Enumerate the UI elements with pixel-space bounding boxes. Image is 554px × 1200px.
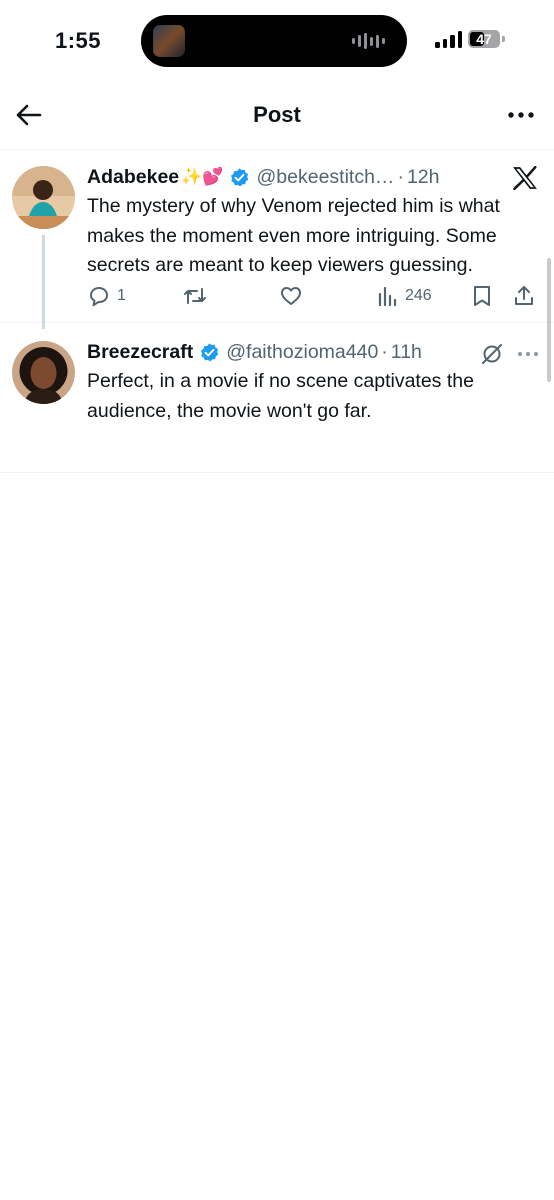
reply-count: 1 bbox=[117, 287, 126, 304]
page-title: Post bbox=[253, 102, 301, 127]
post-text: Perfect, in a movie if no scene captivat… bbox=[87, 370, 474, 422]
reply-icon bbox=[90, 287, 108, 307]
dynamic-island[interactable] bbox=[141, 15, 407, 67]
separator-dot: · bbox=[397, 165, 404, 188]
view-count: 246 bbox=[405, 287, 432, 304]
share-icon bbox=[515, 286, 533, 305]
avatar[interactable] bbox=[12, 166, 75, 229]
battery-level: 47 bbox=[476, 31, 492, 47]
separator-dot: · bbox=[381, 340, 388, 363]
avatar[interactable] bbox=[12, 341, 75, 404]
battery-icon: 47 bbox=[468, 30, 500, 48]
x-logo-icon bbox=[510, 163, 540, 193]
verified-badge-icon bbox=[199, 342, 220, 363]
clock: 1:55 bbox=[55, 28, 102, 53]
status-bar: 1:55 47 bbox=[0, 0, 554, 84]
now-playing-artwork bbox=[153, 25, 185, 57]
thread-connector bbox=[42, 235, 45, 329]
bookmark-icon bbox=[474, 286, 490, 306]
audio-waveform-icon bbox=[352, 33, 385, 49]
bookmark-button[interactable] bbox=[471, 283, 493, 309]
grok-icon[interactable] bbox=[480, 342, 504, 366]
author-name[interactable]: Breezecraft bbox=[87, 341, 193, 364]
repost-icon bbox=[184, 288, 206, 304]
scrollbar[interactable] bbox=[547, 258, 551, 382]
reply-button[interactable]: 1 bbox=[87, 283, 126, 309]
name-emoji: ✨💕 bbox=[181, 167, 224, 186]
post-header: Post bbox=[0, 84, 554, 150]
like-button[interactable] bbox=[279, 283, 303, 309]
author-handle[interactable]: @bekeestitch… bbox=[256, 166, 394, 189]
repost-button[interactable] bbox=[183, 283, 207, 309]
cellular-signal-icon bbox=[435, 30, 462, 48]
reply-thread: Adabekee ✨💕 @bekeestitch… · 12h The myst… bbox=[0, 151, 554, 473]
post-age[interactable]: 11h bbox=[391, 341, 422, 364]
author-name[interactable]: Adabekee bbox=[87, 166, 179, 189]
post-more-options-icon[interactable] bbox=[516, 342, 540, 366]
post-text: The mystery of why Venom rejected him is… bbox=[87, 195, 500, 276]
views-button[interactable]: 246 bbox=[377, 283, 432, 309]
share-button[interactable] bbox=[512, 283, 536, 309]
author-handle[interactable]: @faithozioma440 bbox=[226, 341, 378, 364]
analytics-icon bbox=[378, 286, 397, 307]
reply-post[interactable]: Adabekee ✨💕 @bekeestitch… · 12h The myst… bbox=[0, 151, 554, 329]
post-age[interactable]: 12h bbox=[407, 166, 440, 189]
reply-post[interactable]: Breezecraft @faithozioma440 · 11h Perfec… bbox=[0, 323, 554, 473]
heart-icon bbox=[281, 287, 301, 305]
verified-badge-icon bbox=[229, 167, 250, 188]
more-options-icon[interactable] bbox=[506, 100, 536, 130]
battery-tip bbox=[502, 36, 505, 42]
